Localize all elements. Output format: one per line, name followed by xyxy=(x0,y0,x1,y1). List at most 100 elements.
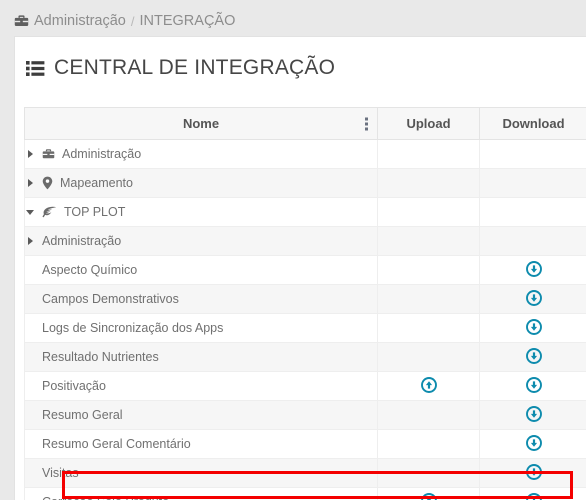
download-circle-icon[interactable] xyxy=(525,318,542,335)
briefcase-icon xyxy=(42,148,55,160)
row-download-cell[interactable] xyxy=(479,458,586,488)
column-header-download[interactable]: Download xyxy=(479,107,586,140)
download-circle-icon[interactable] xyxy=(525,492,542,500)
table-body: Administração Mapeamento TOP PLOT Administr… xyxy=(24,139,586,500)
breadcrumb-root[interactable]: Administração xyxy=(34,13,126,29)
content-card: CENTRAL DE INTEGRAÇÃO Nome Upload Downlo… xyxy=(14,36,586,500)
download-circle-icon[interactable] xyxy=(525,405,542,422)
row-label: Positivação xyxy=(42,379,106,393)
row-name-cell: Visitas xyxy=(24,458,378,488)
table-row[interactable]: Resultado Nutrientes xyxy=(24,342,586,372)
integration-table: Nome Upload Download Administração Mapea… xyxy=(24,107,586,500)
row-download-cell[interactable] xyxy=(479,342,586,372)
leaf-icon xyxy=(42,206,57,219)
row-upload-cell xyxy=(377,139,480,169)
row-upload-cell xyxy=(377,197,480,227)
row-label: Visitas xyxy=(42,466,79,480)
row-label: TOP PLOT xyxy=(64,205,126,219)
row-download-cell xyxy=(479,197,586,227)
breadcrumb-separator: / xyxy=(130,13,135,29)
row-name-cell: Positivação xyxy=(24,371,378,401)
map-pin-icon xyxy=(42,176,53,190)
download-circle-icon[interactable] xyxy=(525,463,542,480)
kebab-menu-icon[interactable] xyxy=(365,117,368,130)
breadcrumb: Administração / INTEGRAÇÃO xyxy=(14,11,235,31)
row-name-cell: Campos Demonstrativos xyxy=(24,284,378,314)
list-icon xyxy=(26,60,45,77)
row-download-cell[interactable] xyxy=(479,487,586,500)
integration-table-wrapper: Nome Upload Download Administração Mapea… xyxy=(24,107,586,500)
chevron-right-icon[interactable] xyxy=(25,178,35,188)
row-download-cell[interactable] xyxy=(479,255,586,285)
column-header-nome[interactable]: Nome xyxy=(24,107,378,140)
page-root: Administração / INTEGRAÇÃO CENTRAL DE IN… xyxy=(0,0,586,500)
table-row[interactable]: Aspecto Químico xyxy=(24,255,586,285)
row-label: Resultado Nutrientes xyxy=(42,350,159,364)
row-name-cell: TOP PLOT xyxy=(24,197,378,227)
table-row[interactable]: Mapeamento xyxy=(24,168,586,198)
row-download-cell xyxy=(479,168,586,198)
row-upload-cell[interactable] xyxy=(377,371,480,401)
row-upload-cell xyxy=(377,400,480,430)
row-name-cell: Administração xyxy=(24,226,378,256)
table-row[interactable]: Resumo Geral xyxy=(24,400,586,430)
table-row[interactable]: Resumo Geral Comentário xyxy=(24,429,586,459)
upload-circle-icon[interactable] xyxy=(420,492,437,500)
upload-circle-icon[interactable] xyxy=(420,376,437,393)
table-row[interactable]: Logs de Sincronização dos Apps xyxy=(24,313,586,343)
download-circle-icon[interactable] xyxy=(525,289,542,306)
column-header-upload[interactable]: Upload xyxy=(377,107,480,140)
briefcase-icon xyxy=(14,14,29,28)
row-label: Logs de Sincronização dos Apps xyxy=(42,321,224,335)
row-download-cell[interactable] xyxy=(479,429,586,459)
chevron-right-icon[interactable] xyxy=(25,236,35,246)
table-row[interactable]: TOP PLOT xyxy=(24,197,586,227)
table-row[interactable]: Administração xyxy=(24,226,586,256)
download-circle-icon[interactable] xyxy=(525,376,542,393)
row-download-cell xyxy=(479,226,586,256)
row-download-cell[interactable] xyxy=(479,400,586,430)
row-name-cell: Mapeamento xyxy=(24,168,378,198)
row-name-cell: Administração xyxy=(24,139,378,169)
row-upload-cell xyxy=(377,255,480,285)
download-circle-icon[interactable] xyxy=(525,347,542,364)
row-download-cell[interactable] xyxy=(479,284,586,314)
row-name-cell: Resumo Geral Comentário xyxy=(24,429,378,459)
row-label: Campos Demonstrativos xyxy=(42,292,179,306)
row-upload-cell[interactable] xyxy=(377,487,480,500)
chevron-right-icon[interactable] xyxy=(25,149,35,159)
table-row[interactable]: Administração xyxy=(24,139,586,169)
row-upload-cell xyxy=(377,168,480,198)
row-name-cell: Resumo Geral xyxy=(24,400,378,430)
table-row[interactable]: Campos Demonstrativos xyxy=(24,284,586,314)
row-label: Resumo Geral Comentário xyxy=(42,437,191,451)
row-label: Correção Solo Produto xyxy=(42,495,169,500)
row-label: Administração xyxy=(42,234,122,248)
page-title-text: CENTRAL DE INTEGRAÇÃO xyxy=(54,56,336,79)
table-row[interactable]: Correção Solo Produto xyxy=(24,487,586,500)
page-title: CENTRAL DE INTEGRAÇÃO xyxy=(15,37,586,81)
row-upload-cell xyxy=(377,429,480,459)
row-download-cell xyxy=(479,139,586,169)
download-circle-icon[interactable] xyxy=(525,434,542,451)
column-header-download-label: Download xyxy=(502,116,565,131)
download-circle-icon[interactable] xyxy=(525,260,542,277)
table-row[interactable]: Visitas xyxy=(24,458,586,488)
row-label: Administração xyxy=(62,147,142,161)
row-name-cell: Aspecto Químico xyxy=(24,255,378,285)
row-label: Mapeamento xyxy=(60,176,133,190)
row-upload-cell xyxy=(377,313,480,343)
row-name-cell: Correção Solo Produto xyxy=(24,487,378,500)
table-row[interactable]: Positivação xyxy=(24,371,586,401)
row-download-cell[interactable] xyxy=(479,313,586,343)
breadcrumb-current: INTEGRAÇÃO xyxy=(139,13,236,29)
row-download-cell[interactable] xyxy=(479,371,586,401)
chevron-down-icon[interactable] xyxy=(25,207,35,217)
